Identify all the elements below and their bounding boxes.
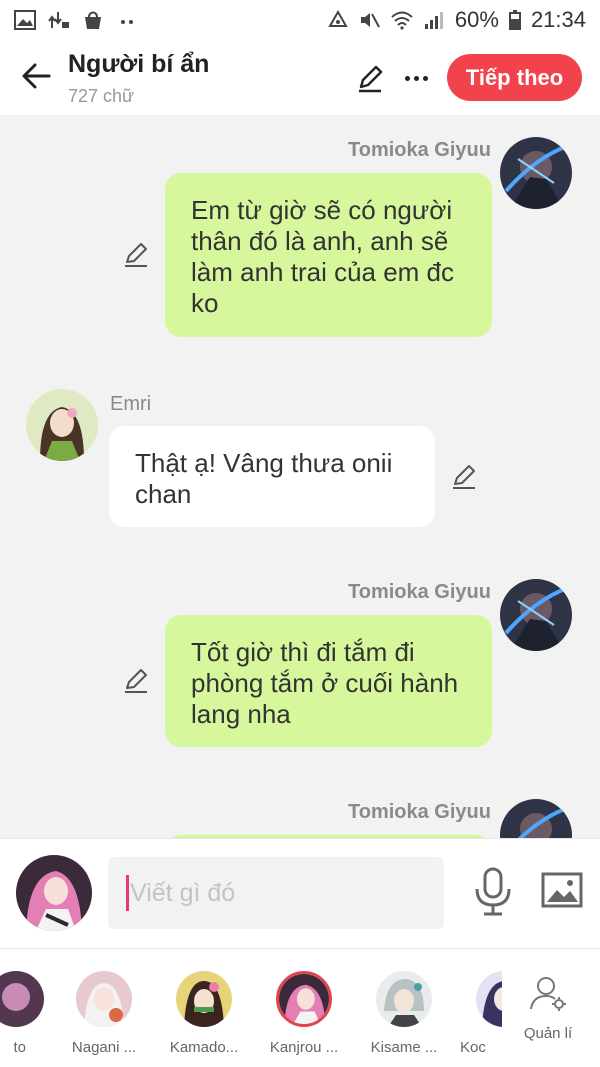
character-portrait [500, 579, 572, 651]
character-avatar [76, 971, 132, 1027]
image-icon [541, 872, 583, 908]
manage-characters-button[interactable]: Quản lí [516, 949, 580, 1067]
edit-title-button[interactable] [352, 60, 388, 96]
wifi-icon [391, 11, 413, 30]
character-avatar [0, 971, 44, 1027]
manage-label: Quản lí [523, 1025, 573, 1042]
chapter-header: Người bí ẩn 727 chữ Tiếp theo [0, 40, 600, 115]
status-bar-left [14, 10, 138, 30]
character-avatar [476, 971, 502, 1027]
character-item[interactable]: Koc [452, 949, 502, 1067]
back-button[interactable] [14, 54, 58, 98]
avatar-tomioka[interactable] [500, 799, 572, 838]
edit-message-button[interactable] [122, 667, 150, 695]
pencil-icon [453, 465, 475, 489]
character-name: Kisame ... [370, 1039, 438, 1056]
sender-name: Emri [110, 393, 152, 415]
character-name: Kanjrou ... [269, 1039, 339, 1056]
character-name: Nagani ... [71, 1039, 137, 1056]
recycle-icon [328, 10, 348, 27]
character-portrait [500, 137, 572, 209]
dot-icon [422, 75, 428, 81]
pencil-icon [359, 65, 383, 93]
more-options-button[interactable] [398, 60, 434, 96]
microphone-button[interactable] [470, 867, 516, 917]
word-count: 727 chữ [68, 86, 135, 106]
sender-name: Tomioka Giyuu [348, 581, 491, 603]
edit-message-button[interactable] [122, 241, 150, 269]
message-bubble[interactable]: Em từ giờ sẽ có người thân đó là anh, an… [165, 173, 492, 337]
clock: 21:34 [530, 7, 586, 32]
character-avatar [176, 971, 232, 1027]
dots-icon [121, 20, 133, 24]
sender-name: Tomioka Giyuu [348, 139, 491, 161]
character-name: to [13, 1039, 26, 1056]
signal-icon [424, 12, 443, 29]
user-settings-icon [530, 977, 566, 1011]
mute-icon [360, 13, 380, 28]
composer [0, 838, 600, 948]
character-avatar-selected [276, 971, 332, 1027]
insert-image-button[interactable] [540, 869, 584, 913]
chat-area[interactable]: Tomioka Giyuu Em từ giờ sẽ có người thân… [0, 115, 600, 838]
character-avatar [376, 971, 432, 1027]
pencil-icon [125, 243, 147, 267]
message-input[interactable] [108, 857, 444, 929]
next-button[interactable]: Tiếp theo [447, 54, 582, 101]
edit-message-button[interactable] [450, 463, 478, 491]
status-bar: 60% 21:34 [0, 0, 600, 40]
character-item[interactable]: Kisame ... [352, 949, 452, 1067]
dot-icon [413, 75, 419, 81]
arrow-left-icon [22, 63, 51, 89]
character-item[interactable]: Kanjrou ... [252, 949, 352, 1067]
character-portrait [26, 389, 98, 461]
character-portrait [16, 855, 92, 931]
character-item[interactable]: Kamado... [152, 949, 252, 1067]
status-bar-right: 60% 21:34 [327, 7, 586, 33]
sender-name: Tomioka Giyuu [348, 801, 491, 823]
message-bubble[interactable]: Tốt giờ thì đi tắm đi phòng tắm ở cuối h… [165, 615, 492, 747]
text-cursor [126, 875, 129, 911]
gallery-icon [14, 10, 36, 30]
dot-icon [404, 75, 410, 81]
current-character-avatar[interactable] [16, 855, 92, 931]
battery-percent: 60% [454, 7, 499, 32]
character-name: Koc [460, 1039, 486, 1056]
message-bubble[interactable]: Thật ạ! Vâng thưa onii chan [109, 426, 435, 527]
character-portrait [500, 799, 572, 838]
transfer-icon [48, 12, 69, 28]
pencil-icon [125, 669, 147, 693]
story-title: Người bí ẩn [68, 50, 210, 78]
character-name: Kamado... [169, 1039, 239, 1056]
avatar-tomioka[interactable] [500, 579, 572, 651]
avatar-tomioka[interactable] [500, 137, 572, 209]
avatar-emri[interactable] [26, 389, 98, 461]
character-bar[interactable]: to Nagani ... Kamado... Kanjrou ... Kisa… [0, 948, 600, 1067]
microphone-icon [475, 867, 511, 916]
character-item[interactable]: Nagani ... [52, 949, 152, 1067]
battery-icon [508, 10, 521, 30]
bag-icon [85, 11, 101, 29]
